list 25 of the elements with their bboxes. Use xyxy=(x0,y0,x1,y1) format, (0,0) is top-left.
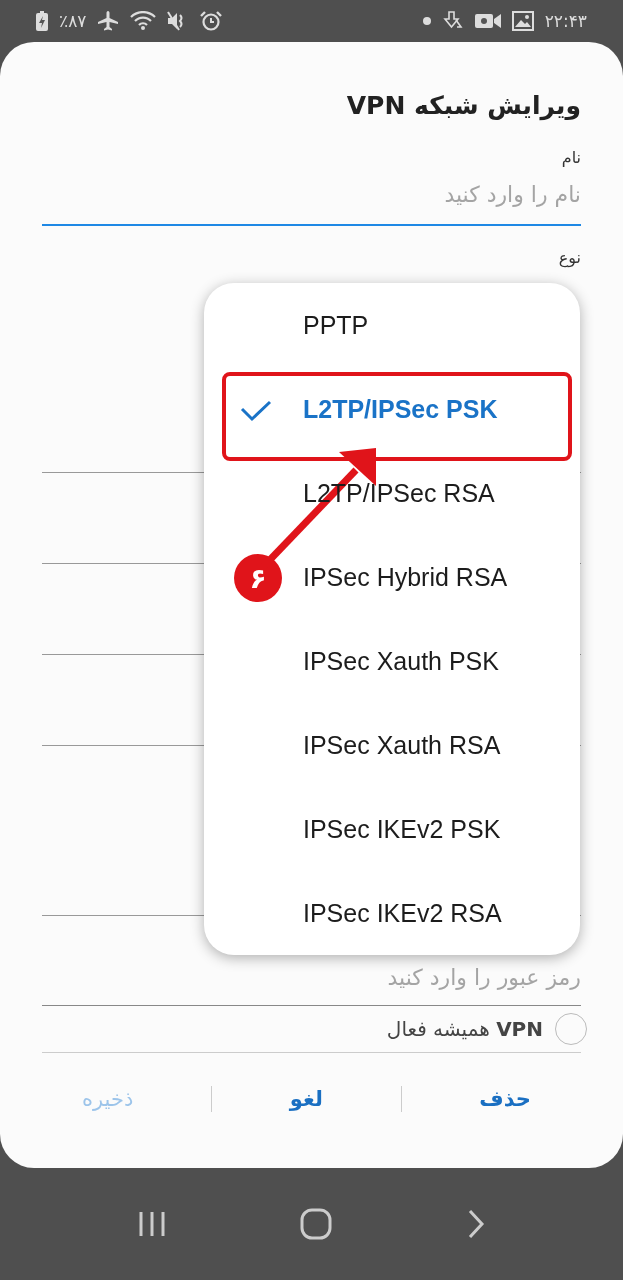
name-input-field[interactable]: نام را وارد کنید xyxy=(42,170,581,226)
video-camera-icon xyxy=(474,12,501,30)
wifi-icon xyxy=(130,11,157,31)
dialog-title: ویرایش شبکه VPN xyxy=(345,90,581,123)
battery-percentage: ٪۸۷ xyxy=(59,11,87,31)
battery-charging-icon xyxy=(36,11,48,31)
menu-item[interactable]: L2TP/IPSec PSK xyxy=(303,367,580,451)
menu-item[interactable]: IPSec IKEv2 PSK xyxy=(303,787,580,871)
clock-time: ۲۲:۴۳ xyxy=(544,11,587,31)
download-icon xyxy=(441,11,464,31)
menu-item[interactable]: IPSec Xauth RSA xyxy=(303,703,580,787)
menu-item[interactable]: PPTP xyxy=(303,283,580,367)
dialog-button[interactable]: لغو xyxy=(259,1081,353,1117)
alarm-icon xyxy=(200,11,223,31)
menu-item[interactable]: IPSec Hybrid RSA xyxy=(303,535,580,619)
field-label: نوع xyxy=(557,247,581,270)
home-icon[interactable] xyxy=(300,1208,333,1240)
dialog-button[interactable]: حذف xyxy=(449,1081,561,1117)
field-label: نام xyxy=(560,147,581,169)
back-icon[interactable] xyxy=(466,1209,487,1239)
check-icon xyxy=(240,400,272,422)
airplane-icon xyxy=(97,11,120,31)
image-icon xyxy=(511,11,534,31)
dot-icon xyxy=(422,17,431,25)
menu-item[interactable]: IPSec Xauth PSK xyxy=(303,619,580,703)
